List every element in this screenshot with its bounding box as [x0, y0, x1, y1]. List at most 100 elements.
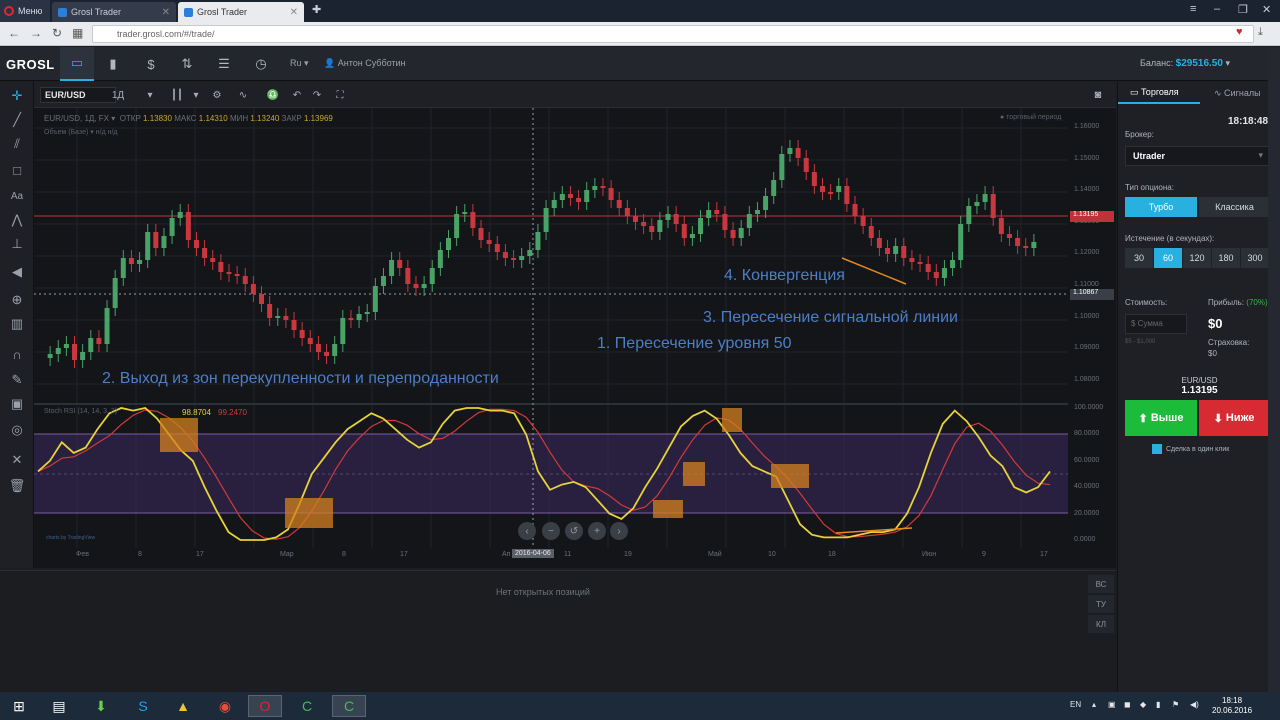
- monitor-icon[interactable]: ▭: [60, 47, 94, 81]
- interval-select[interactable]: 1Д: [108, 87, 128, 103]
- magnet-icon[interactable]: ∩: [7, 344, 27, 364]
- heart-icon[interactable]: ♥: [1236, 26, 1243, 38]
- expiry-option-180[interactable]: 180: [1212, 248, 1240, 268]
- expiry-option-60[interactable]: 60: [1154, 248, 1182, 268]
- browser-tab-2[interactable]: Grosl Trader ✕: [178, 2, 304, 22]
- chevron-down-icon[interactable]: ▾: [144, 87, 156, 103]
- close-icon[interactable]: ✕: [162, 7, 170, 18]
- action-center-icon[interactable]: ⚑: [1172, 700, 1179, 709]
- rectangle-icon[interactable]: □: [7, 160, 27, 180]
- crosshair-icon[interactable]: ✛: [7, 86, 27, 106]
- network-icon[interactable]: ▮: [1156, 700, 1160, 709]
- chrome-icon[interactable]: ◉: [208, 695, 242, 717]
- file-manager-icon[interactable]: ▤: [42, 695, 76, 717]
- trend-line-icon[interactable]: ╱: [7, 110, 27, 130]
- chevron-down-icon[interactable]: ▾: [190, 87, 202, 103]
- undo-icon[interactable]: ↶: [288, 87, 306, 103]
- wrench-icon[interactable]: ✕: [7, 450, 27, 470]
- call-button[interactable]: ⬆ Выше: [1125, 400, 1197, 436]
- fullscreen-icon[interactable]: ⛶: [330, 87, 350, 103]
- bar-chart-icon[interactable]: ▮: [96, 47, 130, 81]
- candles-icon[interactable]: ┃┃: [166, 87, 188, 103]
- camtasia-icon[interactable]: C: [290, 695, 324, 717]
- start-icon[interactable]: ⊞: [4, 695, 34, 717]
- candle-body: [657, 220, 663, 232]
- torrent-icon[interactable]: ⬇: [84, 695, 118, 717]
- close-icon[interactable]: ✕: [290, 7, 298, 18]
- sum-input[interactable]: $ Сумма: [1125, 314, 1187, 334]
- dollar-icon[interactable]: $: [134, 47, 168, 81]
- tab-all[interactable]: ВС: [1088, 575, 1114, 593]
- measure-icon[interactable]: ▥: [7, 314, 27, 334]
- trash-icon[interactable]: 🗑: [7, 476, 27, 496]
- language-select[interactable]: Ru ▾: [290, 58, 309, 69]
- price-chart[interactable]: [34, 108, 1116, 568]
- close-window-icon[interactable]: ✕: [1262, 3, 1271, 16]
- compare-icon[interactable]: ♎: [262, 87, 284, 103]
- pencil-icon[interactable]: ✎: [7, 370, 27, 390]
- volume-icon[interactable]: ◀): [1190, 700, 1199, 709]
- tab-trading[interactable]: ▭ Торговля: [1118, 82, 1200, 104]
- aimp-icon[interactable]: ▲: [166, 695, 200, 717]
- tray-app3-icon[interactable]: ◆: [1140, 700, 1146, 709]
- sliders-icon[interactable]: ☰: [207, 47, 241, 81]
- expiry-option-30[interactable]: 30: [1125, 248, 1153, 268]
- arrow-back-icon[interactable]: ◀: [7, 262, 27, 282]
- url-input[interactable]: trader.grosl.com/#/trade/: [92, 25, 1254, 43]
- tray-app2-icon[interactable]: ◼: [1124, 700, 1131, 709]
- opera-icon[interactable]: O: [248, 695, 282, 717]
- scroll-left-icon[interactable]: ‹: [518, 522, 536, 540]
- option-classic-button[interactable]: Классика: [1199, 197, 1270, 217]
- tab-menu-icon[interactable]: ≡: [1190, 3, 1196, 15]
- minimize-icon[interactable]: –: [1214, 3, 1220, 15]
- redo-icon[interactable]: ↷: [308, 87, 326, 103]
- fib-icon[interactable]: ⫽: [7, 134, 27, 154]
- pattern-icon[interactable]: ⋀: [7, 210, 27, 230]
- browser-tab-1[interactable]: Grosl Trader ✕: [52, 2, 176, 22]
- grosl-logo[interactable]: GROSL: [6, 57, 55, 72]
- indicators-icon[interactable]: ∿: [232, 87, 254, 103]
- maximize-icon[interactable]: ❐: [1238, 3, 1248, 16]
- zoom-in-icon[interactable]: +: [588, 522, 606, 540]
- tray-arrow-icon[interactable]: ▴: [1092, 700, 1096, 709]
- zoom-icon[interactable]: ⊕: [7, 290, 27, 310]
- option-turbo-button[interactable]: Турбо: [1125, 197, 1197, 217]
- settings-icon[interactable]: ⚙: [206, 87, 228, 103]
- download-icon[interactable]: ⤓: [1258, 26, 1263, 39]
- user-name[interactable]: 👤 Антон Субботин: [324, 58, 406, 69]
- broker-select[interactable]: Utrader: [1125, 146, 1270, 166]
- reset-icon[interactable]: ↺: [565, 522, 583, 540]
- camera-icon[interactable]: ◙: [1088, 86, 1108, 104]
- expiry-option-300[interactable]: 300: [1241, 248, 1269, 268]
- eye-icon[interactable]: ◎: [7, 420, 27, 440]
- chevron-down-icon[interactable]: ▾: [1225, 58, 1230, 68]
- put-button[interactable]: ⬇ Ниже: [1199, 400, 1269, 436]
- camtasia-recorder-icon[interactable]: C: [332, 695, 366, 717]
- one-click-toggle[interactable]: Сделка в один клик: [1152, 444, 1229, 454]
- browser-menu-button[interactable]: Меню: [0, 0, 50, 22]
- page-scrollbar[interactable]: [1268, 47, 1280, 692]
- tradingview-credit[interactable]: charts by TradingView: [46, 535, 95, 541]
- checkbox-icon[interactable]: [1152, 444, 1162, 454]
- tray-app-icon[interactable]: ▣: [1108, 700, 1116, 709]
- scroll-right-icon[interactable]: ›: [610, 522, 628, 540]
- skype-icon[interactable]: S: [126, 695, 160, 717]
- forward-icon[interactable]: →: [30, 26, 42, 40]
- lock-icon[interactable]: ▣: [7, 394, 27, 414]
- speed-dial-icon[interactable]: ▦: [72, 26, 83, 40]
- taskbar-clock[interactable]: 18:18 20.06.2016: [1212, 696, 1252, 716]
- new-tab-icon[interactable]: ✚: [312, 3, 321, 16]
- forecast-icon[interactable]: ⊥: [7, 234, 27, 254]
- tab-current[interactable]: ТУ: [1088, 595, 1114, 613]
- back-icon[interactable]: ←: [8, 26, 20, 40]
- expiry-option-120[interactable]: 120: [1183, 248, 1211, 268]
- zoom-out-icon[interactable]: −: [542, 522, 560, 540]
- reload-icon[interactable]: ↻: [52, 26, 62, 40]
- tab-closed[interactable]: КЛ: [1088, 615, 1114, 633]
- symbol-input[interactable]: EUR/USD: [40, 87, 116, 103]
- keyboard-language[interactable]: EN: [1070, 700, 1081, 709]
- text-icon[interactable]: Aa: [7, 186, 27, 206]
- chart-area[interactable]: EUR/USD 1Д ▾ ┃┃ ▾ ⚙ ∿ ♎ ↶ ↷ ⛶ ◙ EUR/USD,…: [34, 82, 1116, 568]
- clock-icon[interactable]: ◷: [244, 47, 278, 81]
- arrows-icon[interactable]: ⇅: [170, 47, 204, 81]
